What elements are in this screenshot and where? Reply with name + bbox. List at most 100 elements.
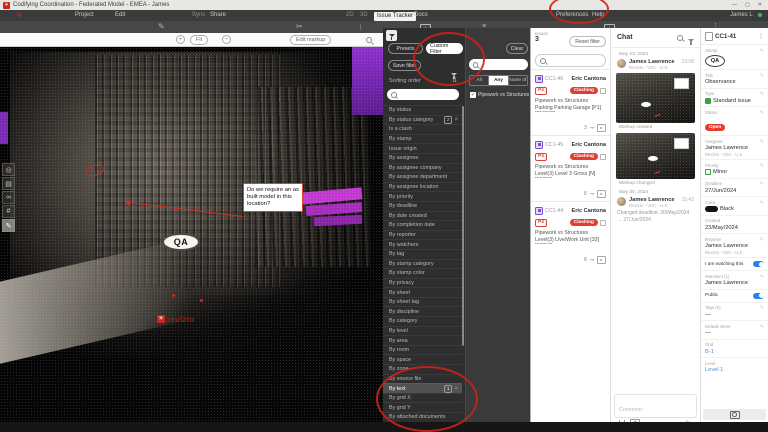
filter-search[interactable] <box>387 89 459 100</box>
tab-issue-tracker[interactable]: Issue Tracker <box>374 11 417 21</box>
maximize-icon[interactable]: ▢ <box>745 2 750 8</box>
edit-icon[interactable]: ✎ <box>760 73 764 79</box>
markup-callout-text[interactable]: Do we require an as built model in this … <box>243 183 303 212</box>
filter-criterion[interactable]: By attached documents × <box>383 412 462 422</box>
zoom-in-button[interactable]: + <box>176 35 185 44</box>
filter-option-row[interactable]: ✓ Pipework vs Structures <box>470 92 529 98</box>
edit-icon[interactable]: ✎ <box>760 305 764 311</box>
edit-icon[interactable]: ✎ <box>760 200 764 206</box>
filter-criterion[interactable]: By area × <box>383 335 462 345</box>
filter-criterion[interactable]: Is a clash × <box>383 124 462 134</box>
close-icon[interactable]: ✕ <box>758 2 762 8</box>
mode-none-of[interactable]: None of <box>509 76 527 85</box>
issue-card[interactable]: CC1-44 Eric Cantona P4 Clashing Pipework… <box>531 201 610 267</box>
fit-button[interactable]: Fit <box>190 35 209 45</box>
issue-checkbox[interactable] <box>600 219 606 226</box>
filter-criterion[interactable]: By reporter × <box>383 229 462 240</box>
filter-criterion[interactable]: By assignee location × <box>383 181 462 192</box>
filter-criterion[interactable]: By deadline × <box>383 200 462 211</box>
markup-thumbnail[interactable] <box>616 73 695 123</box>
filter-criterion[interactable]: By text 1 × <box>383 383 462 393</box>
filter-criterion[interactable]: Issue origin × <box>383 143 462 153</box>
filter-criterion[interactable]: By discipline × <box>383 306 462 316</box>
markup-thumbnail[interactable] <box>616 133 695 179</box>
filter-criterion[interactable]: By status category 2 × <box>383 114 462 125</box>
comment-input[interactable] <box>619 407 692 413</box>
filter-criterion[interactable]: By grid Y × <box>383 402 462 412</box>
filter-criterion[interactable]: By zone × <box>383 364 462 374</box>
mode-any[interactable]: Any <box>489 76 509 85</box>
filter-criterion[interactable]: By stamp color × <box>383 268 462 278</box>
filter-criterion[interactable]: By watchers × <box>383 239 462 249</box>
menu-share[interactable]: Share <box>210 12 226 19</box>
filter-criterion[interactable]: By room × <box>383 344 462 355</box>
grid-link[interactable]: B-1 <box>705 349 764 355</box>
filter-criterion[interactable]: By assignee × <box>383 152 462 163</box>
filter-criterion[interactable]: By space × <box>383 354 462 364</box>
sheets-tool-icon[interactable]: ▤ <box>2 177 15 190</box>
mode-all[interactable]: All <box>470 76 490 85</box>
menu-project[interactable]: Project <box>75 12 94 19</box>
menu-sync[interactable]: Sync <box>192 12 205 19</box>
navigate-tool-icon[interactable]: ◎ <box>2 163 15 176</box>
edit-icon[interactable]: ✎ <box>760 237 764 243</box>
section-scissors-icon[interactable]: ✂ <box>296 22 303 32</box>
edit-icon[interactable]: ✎ <box>760 139 764 145</box>
filter-criterion[interactable]: By stamp category × <box>383 258 462 269</box>
sort-icon[interactable]: ⇅ <box>452 77 457 84</box>
clear-button[interactable]: Clear <box>506 43 528 54</box>
filter-criterion[interactable]: By assignee company × <box>383 162 462 173</box>
edit-icon[interactable]: ✎ <box>760 91 764 97</box>
filter-criterion[interactable]: By privacy × <box>383 277 462 288</box>
filter-criterion[interactable]: By tag × <box>383 248 462 259</box>
menu-preferences[interactable]: Preferences <box>556 12 588 19</box>
filter-funnel-icon[interactable] <box>386 30 397 41</box>
edit-icon[interactable]: ✎ <box>760 163 764 169</box>
grid-tool-icon[interactable]: # <box>2 205 15 218</box>
tab-3d[interactable]: 3D <box>360 12 368 19</box>
public-toggle[interactable] <box>753 292 764 299</box>
filter-criterion[interactable]: By status × <box>383 105 462 115</box>
filter-search-input[interactable] <box>398 91 455 98</box>
edit-icon[interactable]: ✎ <box>760 274 764 280</box>
comment-box[interactable] <box>614 394 697 427</box>
presets-button[interactable]: Presets <box>388 43 423 54</box>
minimize-icon[interactable]: — <box>732 2 737 8</box>
edit-icon[interactable]: ✎ <box>760 324 764 330</box>
edit-icon[interactable]: ✎ <box>760 181 764 187</box>
filter-criterion[interactable]: By sheet × <box>383 287 462 297</box>
menu-help[interactable]: Help <box>592 12 604 19</box>
edit-icon[interactable]: ✎ <box>760 48 764 54</box>
filter-criterion[interactable]: By sheet tag × <box>383 296 462 307</box>
filter-criterion[interactable]: By date created × <box>383 210 462 221</box>
filter-value-search-input[interactable] <box>480 61 524 68</box>
filter-criterion[interactable]: By stamp × <box>383 133 462 144</box>
issue-card[interactable]: CC1-45 Eric Cantona P4 Clashing Pipework… <box>531 135 610 201</box>
watching-toggle[interactable] <box>753 261 764 267</box>
chat-search-icon[interactable] <box>677 34 683 41</box>
edit-markup-button[interactable]: Edit markup <box>290 35 332 45</box>
remove-filter-icon[interactable]: × <box>454 386 458 392</box>
filter-criterion[interactable]: By grid X × <box>383 392 462 403</box>
level-link[interactable]: Level 1 <box>705 367 764 373</box>
zoom-window-icon[interactable] <box>366 37 372 43</box>
issues-search[interactable] <box>535 54 606 67</box>
checkbox-checked-icon[interactable]: ✓ <box>470 92 476 98</box>
filter-value-search[interactable] <box>469 59 528 70</box>
markup-tool-icon[interactable]: ✎ <box>2 219 15 232</box>
issue-checkbox[interactable] <box>600 153 606 160</box>
tab-docs[interactable]: Docs <box>414 12 428 19</box>
vr-tool-icon[interactable]: ∞ <box>2 191 15 204</box>
filter-criterion[interactable]: By level × <box>383 325 462 336</box>
filter-list-scrollbar[interactable] <box>462 106 464 346</box>
markup-pencil-icon[interactable]: ✎ <box>158 22 165 32</box>
save-filter-button[interactable]: Save filter <box>388 60 421 71</box>
zoom-out-button[interactable]: − <box>222 35 231 44</box>
filter-criterion[interactable]: By priority × <box>383 191 462 201</box>
issue-checkbox[interactable] <box>600 87 606 94</box>
remove-filter-icon[interactable]: × <box>454 117 458 123</box>
filter-criterion[interactable]: By completion date × <box>383 220 462 230</box>
snapshot-camera-icon[interactable] <box>729 410 740 419</box>
filter-criterion[interactable]: By source file × <box>383 373 462 384</box>
custom-filter-button[interactable]: Custom Filter <box>426 43 463 55</box>
